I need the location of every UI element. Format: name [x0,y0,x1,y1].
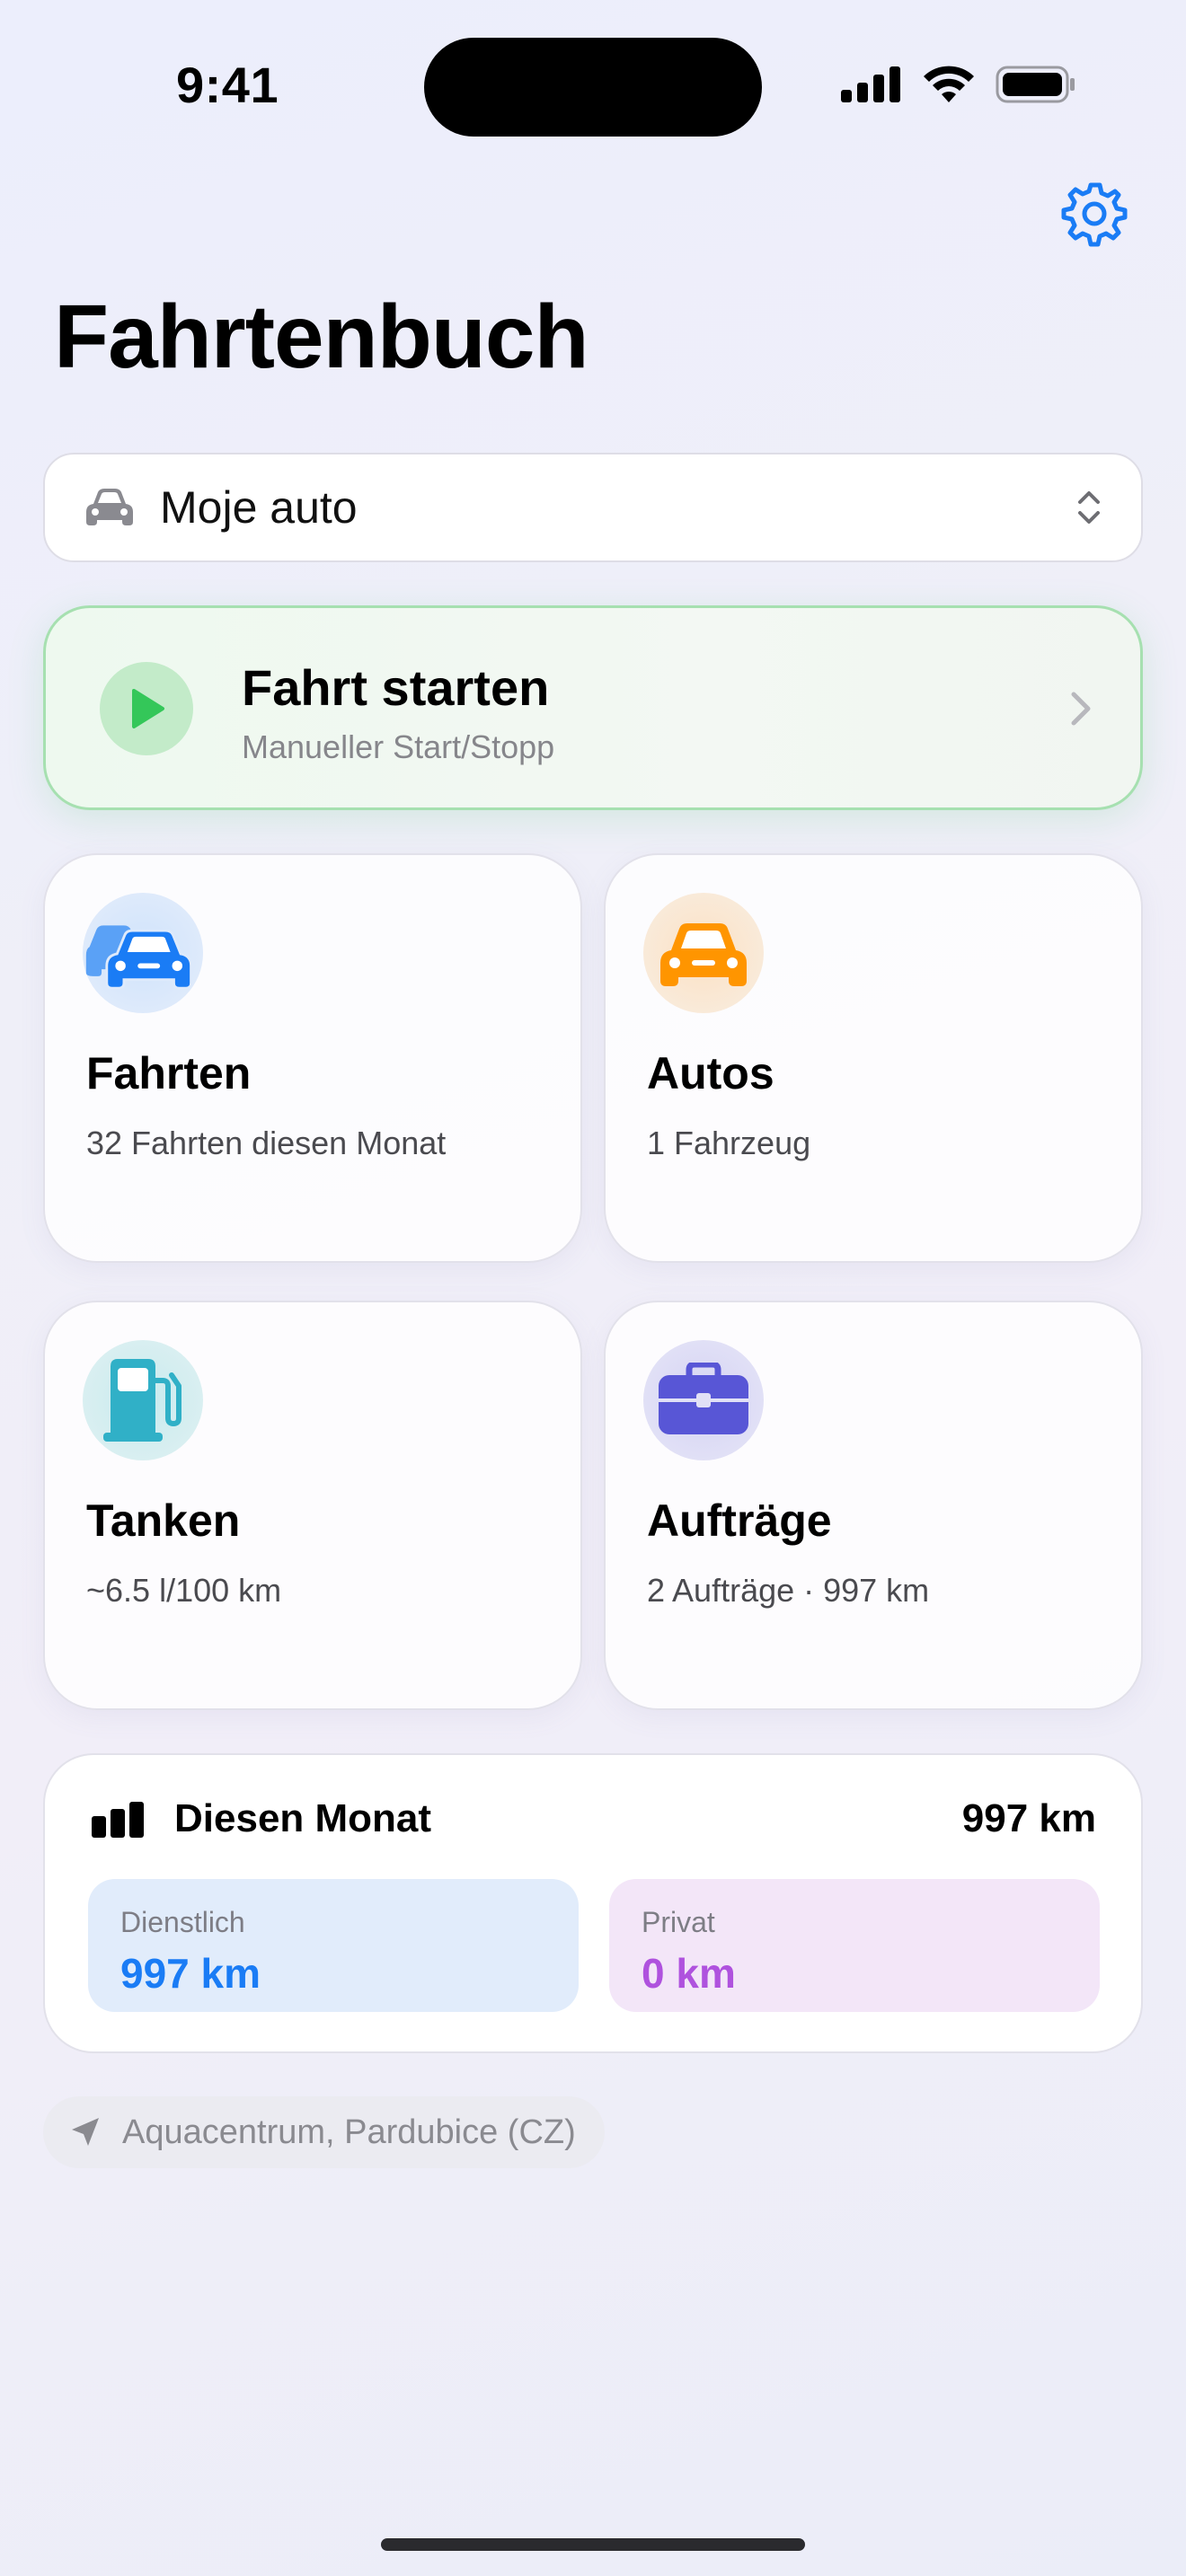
chevron-right-icon [1071,692,1091,726]
location-chip[interactable]: Aquacentrum, Pardubice (CZ) [43,2096,605,2168]
cars-icon [83,893,203,1013]
wifi-icon [924,66,974,102]
battery-icon [996,66,1075,103]
tile-autos-subtitle: 1 Fahrzeug [647,1125,811,1161]
tile-auftraege[interactable]: Aufträge 2 Aufträge · 997 km [604,1301,1143,1710]
month-summary-title: Diesen Monat [174,1796,432,1840]
car-icon [643,893,764,1013]
month-summary-total: 997 km [961,1796,1096,1840]
location-arrow-icon [72,2118,99,2146]
play-icon [100,662,193,755]
tile-fahrten[interactable]: Fahrten 32 Fahrten diesen Monat [43,853,582,1263]
cellular-signal-icon [841,66,900,102]
chart-bar-icon [92,1802,144,1838]
tile-fahrten-title: Fahrten [86,1048,252,1098]
dynamic-island [424,38,762,137]
fuel-pump-icon [83,1340,203,1460]
settings-button[interactable] [1060,180,1128,248]
status-time: 9:41 [176,57,279,113]
start-trip-subtitle: Manueller Start/Stopp [242,728,555,765]
tile-fahrten-subtitle: 32 Fahrten diesen Monat [86,1125,447,1161]
start-trip-title: Fahrt starten [242,659,550,716]
car-icon [86,489,133,525]
tile-autos-title: Autos [647,1048,774,1098]
private-label: Privat [642,1906,715,1938]
tile-tanken-title: Tanken [86,1495,241,1546]
tile-auftraege-title: Aufträge [647,1495,832,1546]
tile-tanken[interactable]: Tanken ~6.5 l/100 km [43,1301,582,1710]
location-text: Aquacentrum, Pardubice (CZ) [122,2113,576,2151]
page-title: Fahrtenbuch [54,287,589,387]
gear-icon [1061,182,1128,247]
car-picker-label: Moje auto [160,482,358,533]
car-picker[interactable]: Moje auto [43,453,1143,562]
business-label: Dienstlich [120,1906,245,1938]
tile-auftraege-subtitle: 2 Aufträge · 997 km [647,1572,930,1609]
month-summary-card: Diesen Monat 997 km Dienstlich 997 km Pr… [43,1753,1143,2053]
chevron-up-down-icon [1078,491,1100,524]
tile-autos[interactable]: Autos 1 Fahrzeug [604,853,1143,1263]
private-km-box: Privat 0 km [609,1879,1100,2012]
home-indicator[interactable] [381,2538,805,2551]
briefcase-icon [643,1340,764,1460]
tile-tanken-subtitle: ~6.5 l/100 km [86,1572,282,1609]
business-value: 997 km [120,1950,261,1997]
business-km-box: Dienstlich 997 km [88,1879,579,2012]
private-value: 0 km [642,1950,736,1997]
status-icons [841,65,1076,104]
start-trip-button[interactable]: Fahrt starten Manueller Start/Stopp [43,605,1143,810]
